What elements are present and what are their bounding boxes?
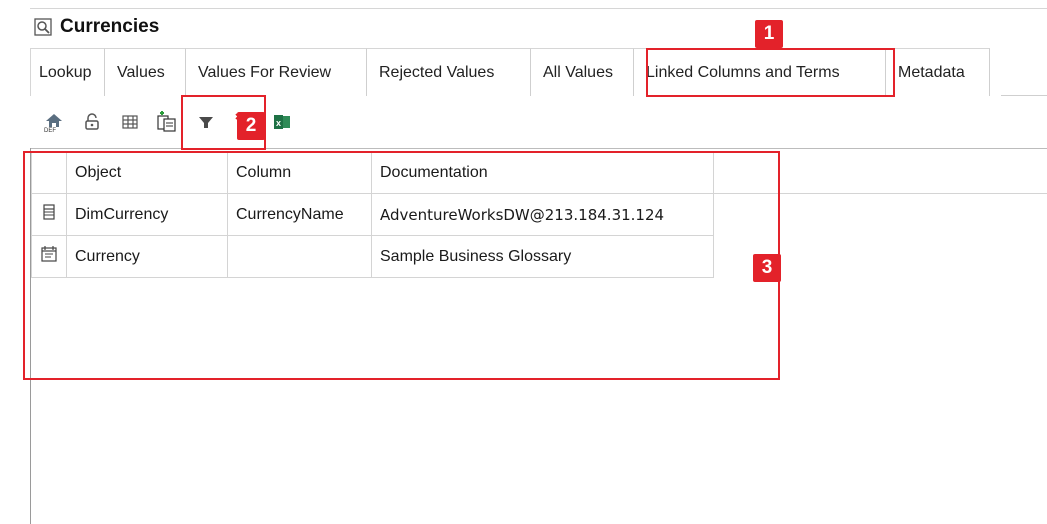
documentation-cell[interactable]: AdventureWorksDW@213.184.31.124 [371,193,714,236]
definition-home-icon: DEF [43,111,65,133]
definition-home-button[interactable]: DEF [40,108,68,136]
svg-text:x: x [276,118,281,128]
link-copy-icon [156,111,180,133]
grid-header-row: Object Column Documentation [31,151,714,194]
callout-badge-3: 3 [753,254,781,282]
column-cell[interactable]: CurrencyName [227,193,372,236]
export-excel-button[interactable]: x [268,108,296,136]
tab-rejected-values[interactable]: Rejected Values [367,48,531,96]
tab-strip: Lookup Values Values For Review Rejected… [30,48,990,96]
glossary-term-icon [41,246,57,267]
tab-all-values[interactable]: All Values [531,48,634,96]
object-cell[interactable]: DimCurrency [66,193,228,236]
top-divider [30,8,1047,9]
linked-columns-grid: Object Column Documentation DimCurrency … [31,151,714,278]
title-bar: Currencies [34,14,159,40]
excel-icon: x [273,113,291,131]
column-header-column[interactable]: Column [227,151,372,194]
tab-metadata[interactable]: Metadata [886,48,990,96]
grid-header-extension [678,193,1047,194]
link-copy-button[interactable] [154,108,182,136]
search-document-icon [34,18,52,36]
callout-badge-2: 2 [237,112,265,140]
filter-icon [198,114,214,130]
row-icon-cell [31,193,67,236]
lock-button[interactable] [78,108,106,136]
row-icon-cell [31,235,67,278]
tab-values-for-review[interactable]: Values For Review [186,48,367,96]
grid-icon [121,113,139,131]
table-icon [42,204,56,225]
tab-lookup[interactable]: Lookup [30,48,105,96]
table-row[interactable]: Currency Sample Business Glossary [31,235,714,278]
svg-text:DEF: DEF [44,128,56,133]
object-cell[interactable]: Currency [66,235,228,278]
documentation-cell[interactable]: Sample Business Glossary [371,235,714,278]
toolbar-divider [30,148,1047,149]
tab-values[interactable]: Values [105,48,186,96]
column-cell[interactable] [227,235,372,278]
column-header-object[interactable]: Object [66,151,228,194]
filter-button[interactable] [192,108,220,136]
lock-icon [83,113,101,131]
tab-linked-columns-and-terms[interactable]: Linked Columns and Terms [634,48,886,96]
toolbar: DEF x [40,104,306,140]
table-row[interactable]: DimCurrency CurrencyName AdventureWorksD… [31,193,714,236]
column-header-documentation[interactable]: Documentation [371,151,714,194]
row-indicator-header [31,151,67,194]
callout-badge-1: 1 [755,20,783,48]
grid-button[interactable] [116,108,144,136]
page-title: Currencies [60,16,160,37]
tab-strip-baseline [1001,95,1047,96]
